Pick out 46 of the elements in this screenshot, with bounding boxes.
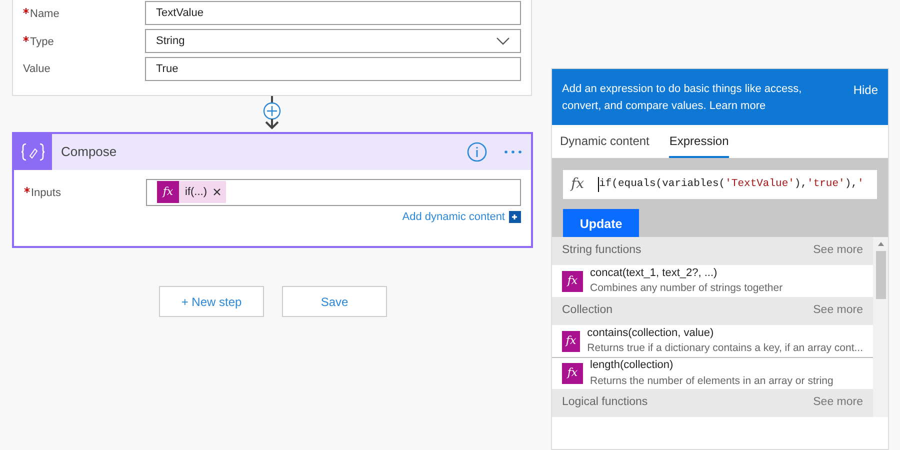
group-heading: String functions bbox=[562, 243, 642, 258]
expression-text: if(equals(variables('TextValue'),'true'),' bbox=[598, 176, 864, 192]
see-more-link[interactable]: See more bbox=[813, 394, 863, 412]
see-more-link[interactable]: See more bbox=[813, 302, 863, 320]
function-icon: fx bbox=[562, 270, 583, 292]
expression-token[interactable]: if(...) bbox=[179, 181, 226, 203]
expression-field[interactable]: fx if(equals(variables('TextValue'),'true'),' bbox=[563, 170, 877, 199]
add-dynamic-content-link[interactable]: Add dynamic content bbox=[402, 209, 505, 226]
function-description: Returns the number of elements in an array or string bbox=[590, 374, 834, 389]
input-field[interactable]: True bbox=[145, 57, 521, 81]
scrollbar-thumb[interactable] bbox=[876, 251, 886, 299]
see-more-link[interactable]: See more bbox=[813, 242, 863, 260]
function-name: contains(collection, value) bbox=[587, 326, 715, 341]
save-button[interactable]: Save bbox=[282, 286, 387, 316]
type-dropdown[interactable]: String bbox=[145, 29, 521, 53]
more-options-icon bbox=[503, 148, 523, 155]
card-title: Compose bbox=[61, 143, 118, 162]
function-item[interactable]: fx length(collection) Returns the number of elements in an array or string bbox=[552, 357, 873, 389]
new-step-button[interactable]: + New step bbox=[159, 286, 264, 316]
function-icon: fx bbox=[157, 181, 179, 203]
info-icon bbox=[467, 142, 487, 162]
plus-icon bbox=[509, 211, 521, 224]
input-field[interactable]: fx if(...) bbox=[146, 178, 521, 206]
hide-link[interactable]: Hide bbox=[853, 81, 878, 115]
group-heading: Collection bbox=[562, 303, 612, 318]
function-icon: fx bbox=[562, 363, 583, 384]
function-description: Combines any number of strings together bbox=[590, 281, 783, 296]
field-label: Value bbox=[23, 62, 50, 77]
group-heading: Logical functions bbox=[562, 395, 648, 410]
info-text: Add an expression to do basic things like access, convert, and compare values. Learn more bbox=[562, 82, 803, 114]
chevron-down-icon bbox=[496, 37, 510, 45]
field-label: Name bbox=[30, 7, 60, 22]
input-field[interactable]: TextValue bbox=[145, 1, 521, 25]
function-icon: fx bbox=[562, 330, 580, 352]
learn-more-link[interactable]: Learn more bbox=[709, 100, 766, 112]
update-button[interactable]: Update bbox=[563, 209, 639, 237]
function-description: Returns true if a dictionary contains a key, if an array cont... bbox=[587, 341, 863, 356]
scroll-up-icon bbox=[878, 242, 884, 246]
function-name: length(collection) bbox=[590, 358, 674, 374]
braces-pencil-icon bbox=[21, 143, 45, 161]
field-label: Inputs bbox=[31, 186, 61, 202]
field-label: Type bbox=[30, 35, 54, 50]
function-name: concat(text_1, text_2?, ...) bbox=[590, 266, 718, 281]
fx-icon: fx bbox=[571, 174, 584, 195]
close-icon bbox=[213, 188, 221, 196]
panel-tab[interactable]: Dynamic content bbox=[560, 125, 650, 158]
